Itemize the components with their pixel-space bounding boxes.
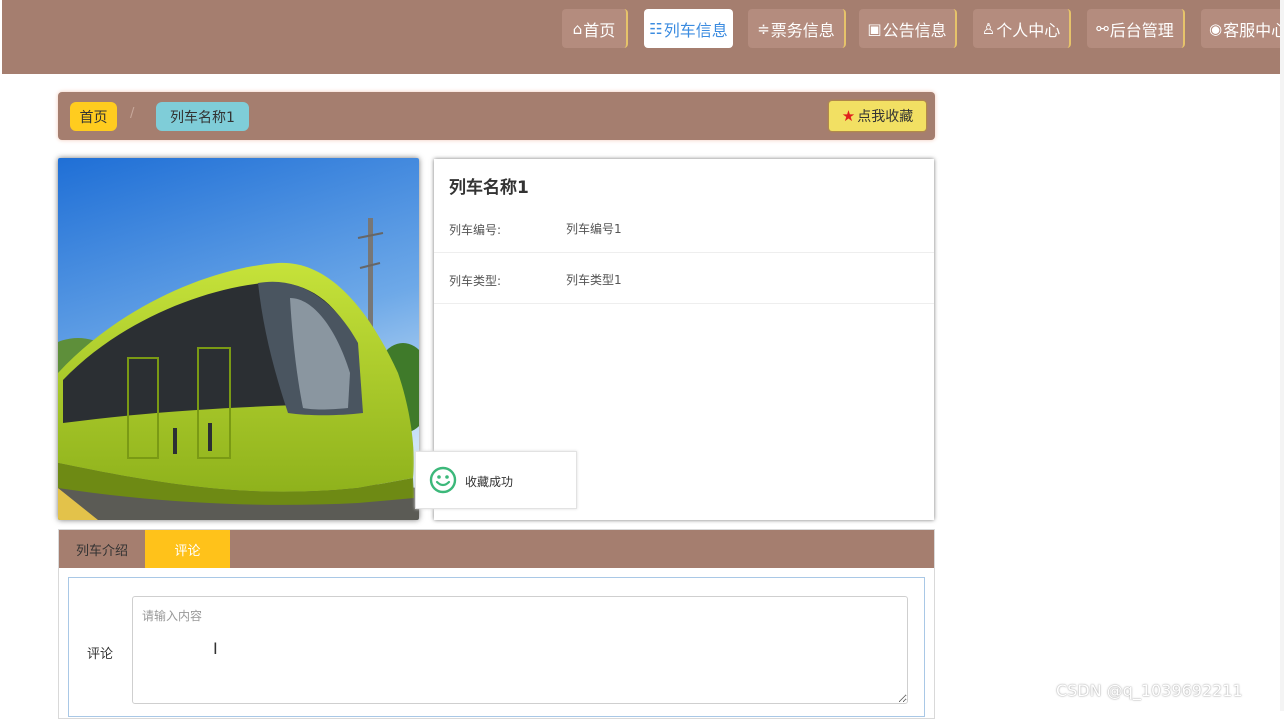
user-icon: ♙ <box>981 19 996 38</box>
comment-input[interactable] <box>132 596 908 704</box>
toast-message: 收藏成功 <box>465 475 514 489</box>
nav-item-customer-service[interactable]: ◉ 客服中心 <box>1201 9 1284 48</box>
watermark: CSDN @q_1039692211 <box>1056 681 1243 700</box>
breadcrumb-current: 列车名称1 <box>156 102 249 131</box>
detail-key: 列车类型: <box>449 274 502 288</box>
detail-tabs: 列车介绍 评论 评论 <box>58 529 935 719</box>
tab-header: 列车介绍 评论 <box>59 530 934 568</box>
breadcrumb: 首页 / 列车名称1 ★ 点我收藏 <box>58 92 935 140</box>
nav-item-label: 公告信息 <box>882 20 947 40</box>
smile-icon <box>429 466 457 494</box>
train-title: 列车名称1 <box>449 178 529 198</box>
detail-row-train-number: 列车编号: 列车编号1 <box>434 202 934 253</box>
comment-form: 评论 <box>68 577 925 717</box>
favorite-button-label: 点我收藏 <box>857 109 914 125</box>
breadcrumb-separator: / <box>130 106 135 121</box>
nav-item-notice-info[interactable]: ▣ 公告信息 <box>859 9 957 48</box>
nav-item-train-info[interactable]: ☷ 列车信息 <box>644 9 733 48</box>
detail-value: 列车编号1 <box>566 222 622 236</box>
favorite-button[interactable]: ★ 点我收藏 <box>829 101 926 131</box>
nav-item-ticket-info[interactable]: ≑ 票务信息 <box>748 9 846 48</box>
detail-value: 列车类型1 <box>566 273 622 287</box>
nav-item-admin[interactable]: ⚯ 后台管理 <box>1087 9 1185 48</box>
text-cursor-icon: I <box>213 639 218 658</box>
tab-train-intro[interactable]: 列车介绍 <box>59 530 145 568</box>
success-toast: 收藏成功 <box>415 451 577 509</box>
breadcrumb-home-link[interactable]: 首页 <box>70 102 117 131</box>
gift-icon: ▣ <box>867 19 882 38</box>
nav-item-label: 后台管理 <box>1109 20 1174 40</box>
scrollbar-track[interactable] <box>1280 0 1284 711</box>
nav-item-label: 客服中心 <box>1223 20 1284 40</box>
tab-comments[interactable]: 评论 <box>145 530 230 568</box>
link-icon: ⚯ <box>1096 19 1109 38</box>
home-icon: ⌂ <box>572 19 583 38</box>
nav-item-label: 个人中心 <box>996 20 1061 40</box>
comment-label: 评论 <box>87 647 114 662</box>
detail-row-train-type: 列车类型: 列车类型1 <box>434 253 934 304</box>
nav-item-personal-center[interactable]: ♙ 个人中心 <box>973 9 1071 48</box>
nav-item-label: 首页 <box>583 20 616 40</box>
detail-key: 列车编号: <box>449 223 502 237</box>
nav-item-label: 票务信息 <box>770 20 835 40</box>
nav-item-label: 列车信息 <box>663 20 728 40</box>
train-photo <box>58 158 419 520</box>
sliders-icon: ≑ <box>757 19 770 38</box>
star-icon: ★ <box>841 107 856 125</box>
top-nav-bar: ⌂ 首页 ☷ 列车信息 ≑ 票务信息 ▣ 公告信息 ♙ 个人中心 ⚯ 后台管理 ◉ 客服中心 <box>2 0 1284 74</box>
grid-icon: ☷ <box>649 19 663 38</box>
chat-icon: ◉ <box>1209 19 1223 38</box>
nav-item-home[interactable]: ⌂ 首页 <box>562 9 628 48</box>
